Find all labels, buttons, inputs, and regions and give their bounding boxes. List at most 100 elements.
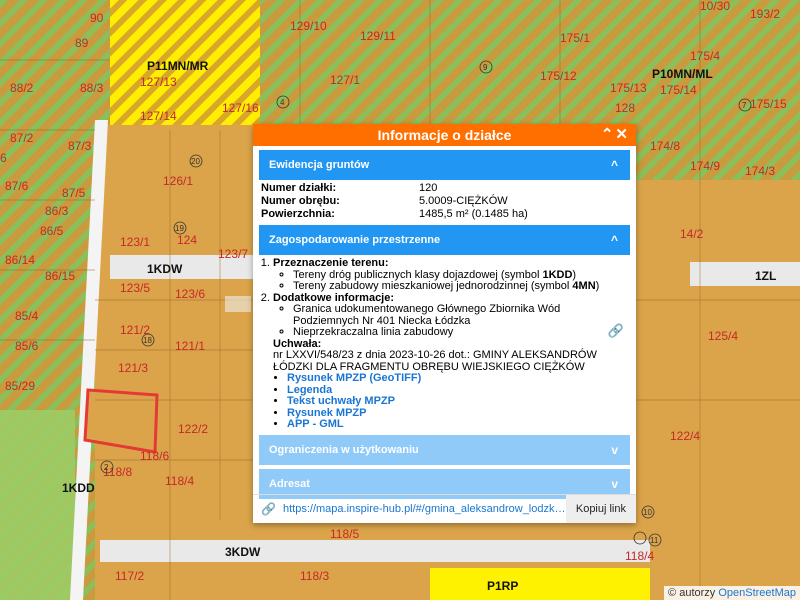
parcel-label: 90 — [90, 11, 104, 25]
parcel-label: 175/12 — [540, 69, 577, 83]
section-ograniczenia-header[interactable]: Ograniczenia w użytkowaniu v — [259, 434, 630, 465]
parcel-label: 117/2 — [115, 569, 144, 583]
parcel-label: 122/4 — [670, 429, 700, 443]
info-row-parcel-number: Numer działki: 120 — [259, 182, 630, 195]
zone-label-3kdw: 3KDW — [225, 545, 261, 559]
link-mpzp-geotiff[interactable]: Rysunek MPZP (GeoTIFF) — [287, 372, 421, 384]
parcel-label: 174/9 — [690, 159, 720, 173]
parcel-label: 129/10 — [290, 19, 327, 33]
parcel-label: 175/13 — [610, 81, 647, 95]
link-icon[interactable]: 🔗 — [608, 324, 624, 336]
close-icon[interactable]: ✕ — [615, 126, 630, 143]
parcel-label: 126/1 — [163, 174, 193, 188]
link-resolution-text[interactable]: Tekst uchwały MPZP — [287, 395, 395, 407]
info-value: 1485,5 m² (0.1485 ha) — [419, 208, 528, 220]
svg-text:4: 4 — [280, 98, 285, 107]
parcel-label: 123/5 — [120, 281, 150, 295]
parcel-label: 174/3 — [745, 164, 775, 178]
parcel-label: 175/15 — [750, 97, 787, 111]
share-url-bar: 🔗 https://mapa.inspire-hub.pl/#/gmina_al… — [253, 494, 636, 523]
section-ograniczenia-title: Ograniczenia w użytkowaniu — [269, 443, 419, 456]
section-adresat-title: Adresat — [269, 477, 310, 490]
zoning-details: Przeznaczenie terenu: Tereny dróg public… — [259, 255, 630, 431]
svg-text:10: 10 — [643, 508, 652, 517]
svg-text:2: 2 — [104, 463, 109, 472]
attribution-prefix: © autorzy — [668, 587, 716, 599]
link-legend[interactable]: Legenda — [287, 384, 332, 396]
parcel-label: 174/8 — [650, 139, 680, 153]
purpose-title: Przeznaczenie terenu: — [273, 257, 389, 269]
parcel-label: 193/2 — [750, 7, 780, 21]
parcel-label: 85/29 — [5, 379, 35, 393]
parcel-label: 122/2 — [178, 422, 208, 436]
parcel-label: 89 — [75, 36, 89, 50]
parcel-label: 125/4 — [708, 329, 738, 343]
parcel-label: 86/3 — [45, 204, 69, 218]
resolution-title: Uchwała: — [273, 337, 322, 350]
info-value: 5.0009-CIĘŻKÓW — [419, 195, 508, 207]
parcel-label: 128 — [615, 101, 635, 115]
parcel-label: 87/5 — [62, 186, 86, 200]
parcel-label: 123/7 — [218, 247, 248, 261]
parcel-label: 85/4 — [15, 309, 39, 323]
additional-info-item: Granica udokumentowanego Głównego Zbiorn… — [293, 303, 626, 327]
section-zagospodarowanie-header[interactable]: Zagospodarowanie przestrzenne ^ — [259, 225, 630, 255]
info-label: Numer działki: — [261, 182, 337, 194]
parcel-label: 14/2 — [680, 227, 704, 241]
parcel-label: 118/5 — [330, 527, 359, 541]
section-ewidencja-header[interactable]: Ewidencja gruntów ^ — [259, 150, 630, 180]
popup-header: Informacje o działce ⌃✕ — [253, 124, 636, 146]
info-row-area: Powierzchnia: 1485,5 m² (0.1485 ha) — [259, 208, 630, 221]
parcel-label: 6 — [0, 151, 7, 165]
chevron-up-icon[interactable]: ^ — [611, 225, 618, 255]
parcel-label: 86/15 — [45, 269, 75, 283]
parcel-label: 87/2 — [10, 131, 34, 145]
info-label: Numer obrębu: — [261, 195, 340, 207]
parcel-label: 118/4 — [165, 474, 194, 488]
section-zagospodarowanie-title: Zagospodarowanie przestrzenne — [269, 234, 441, 246]
parcel-label: 10/30 — [700, 0, 730, 13]
parcel-label: 175/14 — [660, 83, 697, 97]
parcel-label: 121/2 — [120, 323, 150, 337]
parcel-label: 118/6 — [140, 449, 169, 463]
additional-info-title: Dodatkowe informacje: — [273, 291, 395, 304]
chevron-up-icon[interactable]: ^ — [611, 150, 618, 180]
parcel-label: 129/11 — [360, 29, 396, 43]
parcel-label: 121/1 — [175, 339, 205, 353]
zone-label-p1rp: P1RP — [487, 579, 518, 593]
link-app-gml[interactable]: APP - GML — [287, 418, 344, 430]
parcel-label: 123/6 — [175, 287, 205, 301]
copy-link-button[interactable]: Kopiuj link — [565, 495, 636, 523]
parcel-label: 127/16 — [222, 101, 259, 115]
map-attribution: © autorzy OpenStreetMap — [664, 586, 800, 600]
zone-label-p11mn-mr: P11MN/MR — [147, 59, 209, 73]
parcel-label: 87/3 — [68, 139, 92, 153]
chevron-up-icon[interactable]: ⌃ — [601, 126, 616, 143]
parcel-label: 127/1 — [330, 73, 360, 87]
parcel-label: 121/3 — [118, 361, 148, 375]
additional-info-item: Nieprzekraczalna linia zabudowy — [293, 326, 626, 339]
info-label: Powierzchnia: — [261, 208, 335, 220]
svg-text:11: 11 — [650, 536, 659, 545]
svg-text:18: 18 — [143, 336, 152, 345]
link-mpzp-drawing[interactable]: Rysunek MPZP — [287, 407, 366, 419]
svg-text:20: 20 — [191, 157, 200, 166]
parcel-label: 175/1 — [560, 31, 590, 45]
chain-link-icon: 🔗 — [261, 502, 276, 516]
parcel-label: 88/2 — [10, 81, 34, 95]
osm-link[interactable]: OpenStreetMap — [718, 587, 796, 599]
svg-text:9: 9 — [483, 63, 488, 72]
zone-label-1zl: 1ZL — [755, 269, 776, 283]
parcel-label: 123/1 — [120, 235, 150, 249]
zone-label-p10mn-ml: P10MN/ML — [652, 67, 713, 81]
info-value: 120 — [419, 182, 438, 194]
parcel-label: 127/14 — [140, 109, 177, 123]
zone-label-1kdd: 1KDD — [62, 481, 95, 495]
popup-title: Informacje o działce — [377, 127, 512, 143]
parcel-label: 118/3 — [300, 569, 329, 583]
parcel-label: 118/4 — [625, 549, 654, 563]
chevron-down-icon[interactable]: v — [611, 435, 618, 465]
resolution-text: nr LXXVI/548/23 z dnia 2023-10-26 dot.: … — [273, 349, 597, 373]
parcel-label: 88/3 — [80, 81, 104, 95]
share-url[interactable]: https://mapa.inspire-hub.pl/#/gmina_alek… — [253, 503, 566, 515]
